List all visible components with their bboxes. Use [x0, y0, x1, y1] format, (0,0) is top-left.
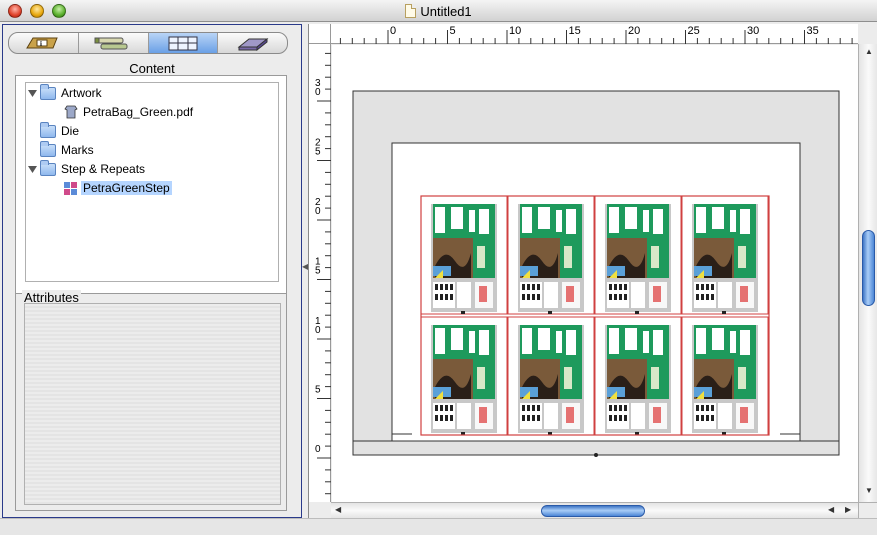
tree-item-label: Marks — [61, 143, 94, 157]
tree-item-marks[interactable]: Marks — [40, 140, 94, 159]
disclosure-open-icon[interactable] — [28, 89, 37, 98]
bag-artwork-icon — [64, 105, 78, 119]
center-mark — [594, 453, 598, 457]
tree-item-label: Artwork — [61, 86, 102, 100]
horizontal-ruler-ticks: 0 5 10 15 20 25 30 35 — [339, 25, 853, 44]
layout-canvas-area: 0 5 10 15 20 25 30 35 30 25 20 15 10 5 0 5 ▲ ▼ ◀ — [308, 24, 877, 518]
horizontal-ruler[interactable]: 0 5 10 15 20 25 30 35 — [331, 24, 858, 44]
ruler-label: 5 — [315, 385, 321, 396]
content-tree-frame: Artwork PetraBag_Green.pdf Die Marks Ste… — [15, 75, 287, 340]
step-repeat-cell — [507, 195, 595, 315]
folder-icon — [40, 159, 56, 176]
vertical-scroll-thumb[interactable] — [862, 230, 875, 306]
ruler-label: 0 — [390, 25, 396, 37]
scroll-left-arrow-icon[interactable]: ◀ — [335, 505, 341, 514]
ruler-label: 0 — [315, 325, 321, 336]
tree-item-label: Step & Repeats — [61, 162, 146, 176]
tab-resources[interactable] — [79, 33, 149, 53]
tab-info[interactable]: i — [9, 33, 79, 53]
tubes-icon — [94, 37, 128, 50]
grid-icon — [168, 36, 198, 51]
ruler-label: 5 — [450, 25, 456, 37]
ruler-label: 35 — [807, 25, 819, 37]
tree-item-artwork[interactable]: Artwork — [28, 83, 102, 102]
step-repeat-cell — [681, 195, 769, 315]
step-repeat-cell — [594, 316, 682, 436]
press-sheet-drawing — [352, 90, 840, 457]
document-icon — [405, 4, 417, 18]
content-tree[interactable]: Artwork PetraBag_Green.pdf Die Marks Ste… — [25, 82, 279, 282]
vertical-scrollbar[interactable]: ▲ ▼ — [858, 44, 877, 502]
status-bar — [0, 518, 877, 535]
tab-layout[interactable] — [148, 33, 219, 53]
ruler-label: 5 — [315, 147, 321, 158]
ruler-label: 0 — [315, 206, 321, 217]
inspector-panel: i Content Artwork PetraBag_Green.pdf Die… — [2, 24, 302, 518]
content-section-title: Content — [129, 61, 175, 76]
tree-item-artwork-file[interactable]: PetraBag_Green.pdf — [64, 103, 193, 121]
ruler-label: 20 — [628, 25, 640, 37]
horizontal-scrollbar[interactable]: ◀ ◀ ▶ — [331, 502, 858, 518]
window-title: Untitled1 — [0, 4, 877, 19]
inspector-tab-bar: i — [8, 32, 288, 54]
gripper-margin — [352, 440, 840, 456]
stack-icon — [237, 37, 269, 52]
folder-icon — [40, 140, 56, 157]
ruler-label: 30 — [747, 25, 759, 37]
scroll-up-arrow-icon[interactable]: ▲ — [865, 47, 873, 56]
step-repeat-cell — [507, 316, 595, 436]
title-bar[interactable]: Untitled1 — [0, 0, 877, 22]
scroll-left-arrow-icon-2[interactable]: ◀ — [828, 505, 834, 514]
tree-item-petragreenstep[interactable]: PetraGreenStep — [64, 179, 172, 197]
layout-canvas[interactable] — [332, 45, 858, 502]
tree-item-label: Die — [61, 124, 80, 138]
horizontal-scroll-thumb[interactable] — [541, 505, 645, 517]
step-repeat-cell — [681, 316, 769, 436]
tree-item-label: PetraBag_Green.pdf — [83, 105, 194, 119]
step-repeat-cell — [420, 316, 508, 436]
tree-item-step-repeats[interactable]: Step & Repeats — [28, 159, 146, 178]
step-repeat-cell — [594, 195, 682, 315]
info-icon: i — [26, 37, 59, 49]
folder-icon — [40, 83, 56, 100]
step-repeat-icon — [64, 181, 77, 195]
tab-output[interactable] — [218, 33, 287, 53]
attributes-panel — [24, 303, 281, 505]
ruler-label: 0 — [315, 444, 321, 455]
folder-icon — [40, 121, 56, 138]
tree-item-die[interactable]: Die — [40, 121, 80, 140]
scroll-right-arrow-icon[interactable]: ▶ — [845, 505, 851, 514]
ruler-label: 15 — [569, 25, 581, 37]
svg-text:i: i — [40, 40, 42, 48]
app-window: Untitled1 i Content Artwork PetraBag_Gre… — [0, 0, 877, 535]
disclosure-open-icon[interactable] — [28, 165, 37, 174]
step-repeat-cell — [420, 195, 508, 315]
tree-item-label-selected: PetraGreenStep — [81, 181, 172, 195]
vertical-ruler-ticks: 3025201510505 — [315, 52, 331, 515]
scroll-down-arrow-icon[interactable]: ▼ — [865, 486, 873, 495]
vertical-ruler[interactable]: 3025201510505 — [309, 44, 331, 515]
ruler-label: 5 — [315, 266, 321, 277]
ruler-label: 10 — [509, 25, 521, 37]
resize-corner[interactable] — [858, 502, 877, 518]
ruler-corner[interactable] — [309, 24, 331, 44]
ruler-label: 0 — [315, 87, 321, 98]
ruler-label: 25 — [688, 25, 700, 37]
window-title-text: Untitled1 — [420, 4, 472, 19]
